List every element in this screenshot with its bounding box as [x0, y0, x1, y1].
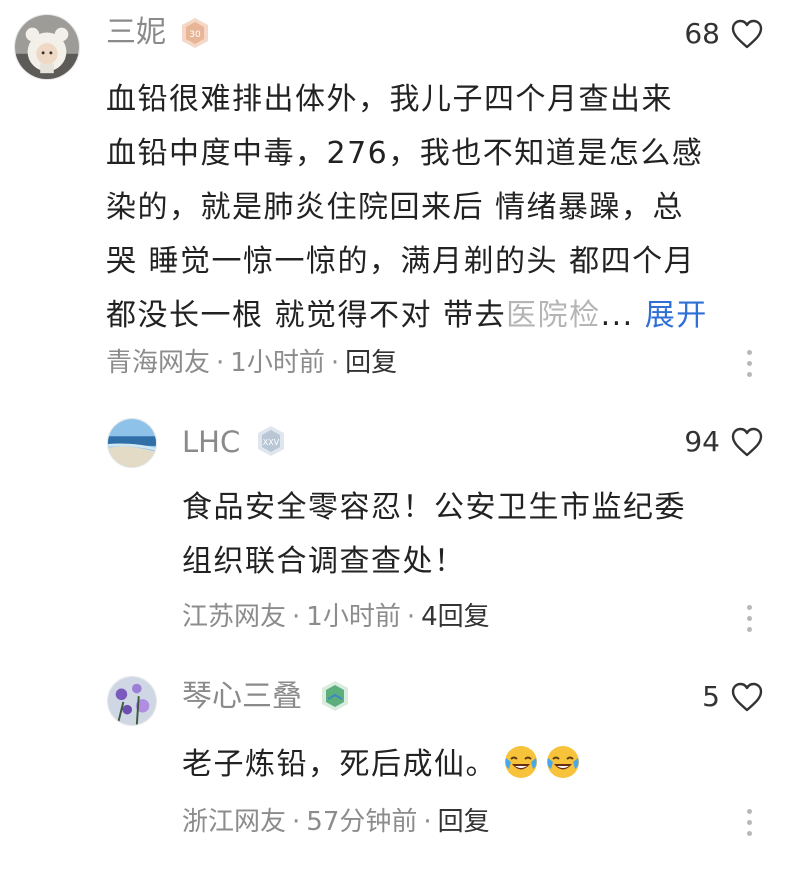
reply-count-button[interactable]: 4回复: [421, 602, 490, 632]
heart-icon[interactable]: [730, 681, 764, 713]
separator-dot: ·: [406, 602, 416, 632]
comment-item: 三妮 30 68 血铅很难排出体外，我儿子四个月查出来 血铅中度中毒，276，我…: [0, 0, 802, 400]
reply-button[interactable]: 回复: [345, 348, 397, 378]
avatar-image: [15, 15, 79, 79]
comment-line: 哭 睡觉一惊一惊的，满月剃的头 都四个月: [106, 244, 696, 279]
expand-link[interactable]: 展开: [645, 298, 708, 333]
svg-text:30: 30: [189, 30, 201, 40]
reply-button[interactable]: 回复: [438, 807, 490, 837]
comment-body: 食品安全零容忍！公安卫生市监纪委 组织联合调查查处！: [182, 481, 686, 589]
timestamp: 1小时前: [306, 602, 401, 632]
more-options-icon[interactable]: [744, 605, 754, 635]
avatar-image: [108, 419, 156, 467]
like-count: 5: [702, 680, 720, 713]
like-count: 68: [684, 17, 720, 50]
heart-icon[interactable]: [730, 426, 764, 458]
more-options-icon[interactable]: [744, 350, 754, 380]
username[interactable]: 三妮: [106, 15, 166, 51]
separator-dot: ·: [216, 348, 225, 378]
timestamp: 57分钟前: [306, 807, 418, 837]
region-label: 江苏网友: [182, 602, 287, 632]
comment-line: 食品安全零容忍！公安卫生市监纪委: [182, 490, 686, 525]
heart-icon[interactable]: [730, 18, 764, 50]
comment-body: 血铅很难排出体外，我儿子四个月查出来 血铅中度中毒，276，我也不知道是怎么感 …: [106, 73, 708, 343]
separator-dot: ·: [292, 602, 301, 632]
comment-text: 老子炼铅，死后成仙。: [182, 747, 497, 782]
separator-dot: ·: [423, 807, 432, 837]
username[interactable]: LHC: [182, 424, 240, 460]
more-options-icon[interactable]: [744, 809, 754, 839]
comment-body: 老子炼铅，死后成仙。: [182, 738, 581, 792]
comment-line-visible: 都没长一根 就觉得不对 带去: [106, 298, 507, 333]
comment-meta: 浙江网友 · 57分钟前 · 回复: [182, 806, 490, 838]
svg-text:XXV: XXV: [263, 438, 280, 447]
comment-line: 血铅中度中毒，276，我也不知道是怎么感: [106, 136, 704, 171]
comment-line: 染的，就是肺炎住院回来后 情绪暴躁，总: [106, 190, 685, 225]
comment-line-truncated: 都没长一根 就觉得不对 带去医院检... 展开: [106, 289, 708, 343]
laugh-cry-emoji-icon: [503, 744, 539, 780]
separator-dot: ·: [292, 807, 301, 837]
ellipsis: ...: [600, 298, 634, 333]
region-label: 浙江网友: [182, 807, 287, 837]
username[interactable]: 琴心三叠: [182, 679, 302, 715]
comment-line: 老子炼铅，死后成仙。: [182, 738, 581, 792]
comment-meta: 青海网友 · 1小时前 · 回复: [106, 347, 397, 379]
region-label: 青海网友: [106, 348, 211, 378]
like-count: 94: [684, 425, 720, 458]
comment-line-faded: 医院检: [506, 298, 601, 333]
comment-line: 血铅很难排出体外，我儿子四个月查出来: [106, 82, 673, 117]
comment-line: 组织联合调查查处！: [182, 544, 466, 579]
user-level-badge-icon: 30: [178, 16, 212, 50]
avatar-image: [108, 677, 156, 725]
timestamp: 1小时前: [230, 348, 325, 378]
user-avatar[interactable]: [107, 676, 157, 726]
laugh-cry-emoji-icon: [545, 744, 581, 780]
user-level-badge-icon: [318, 679, 352, 713]
separator-dot: ·: [330, 348, 340, 378]
user-avatar[interactable]: [14, 14, 80, 80]
user-avatar[interactable]: [107, 418, 157, 468]
comment-meta: 江苏网友 · 1小时前 · 4回复: [182, 601, 490, 633]
user-level-badge-icon: XXV: [254, 424, 288, 458]
